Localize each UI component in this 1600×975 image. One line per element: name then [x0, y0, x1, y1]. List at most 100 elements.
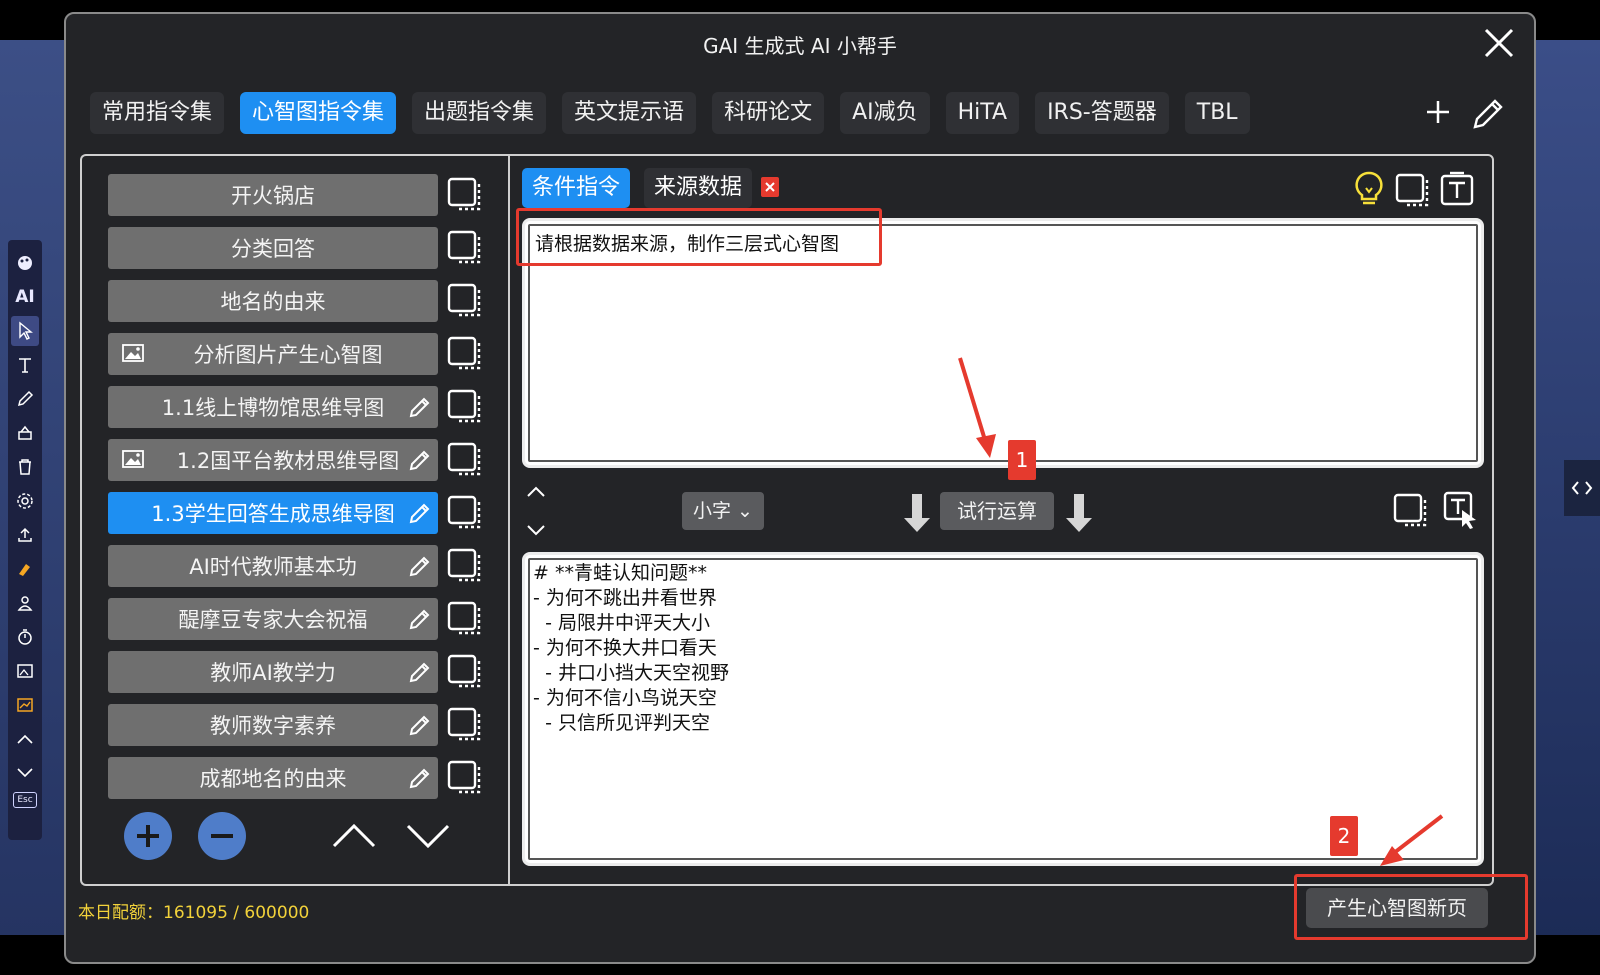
- command-button[interactable]: 分析图片产生心智图: [108, 333, 438, 375]
- side-panel-toggle[interactable]: [1564, 460, 1600, 516]
- command-button[interactable]: 教师数字素养: [108, 704, 438, 746]
- tab-irs-responder[interactable]: IRS-答题器: [1035, 92, 1169, 134]
- copy-command-icon[interactable]: [446, 653, 484, 691]
- delete-tool[interactable]: [11, 452, 39, 482]
- edit-tabs-button[interactable]: [1470, 96, 1506, 132]
- pencil-icon[interactable]: [408, 607, 432, 631]
- copy-command-icon[interactable]: [446, 441, 484, 479]
- command-button[interactable]: 1.3学生回答生成思维导图: [108, 492, 438, 534]
- command-button[interactable]: 成都地名的由来: [108, 757, 438, 799]
- trash-icon: [19, 459, 31, 475]
- select-text-button[interactable]: [1442, 490, 1480, 530]
- move-up-button[interactable]: [330, 818, 378, 854]
- text-mode-button[interactable]: [1438, 170, 1476, 208]
- copy-command-icon[interactable]: [446, 282, 484, 320]
- copy-command-icon[interactable]: [446, 388, 484, 426]
- command-button[interactable]: 醍摩豆专家大会祝福: [108, 598, 438, 640]
- panel-resize-arrows[interactable]: [524, 484, 548, 538]
- copy-command-icon[interactable]: [446, 335, 484, 373]
- command-button[interactable]: AI时代教师基本功: [108, 545, 438, 587]
- image-tool[interactable]: [11, 656, 39, 686]
- user-tool[interactable]: [11, 588, 39, 618]
- tab-common-commands[interactable]: 常用指令集: [90, 92, 225, 134]
- ai-tool[interactable]: AI: [11, 282, 39, 312]
- annotation-badge-2: 2: [1330, 816, 1358, 856]
- command-label: 分类回答: [231, 237, 315, 261]
- pencil-icon[interactable]: [408, 766, 432, 790]
- tab-mindmap-commands[interactable]: 心智图指令集: [240, 92, 397, 134]
- arrow-down-icon: [904, 494, 930, 532]
- copy-command-icon[interactable]: [446, 547, 484, 585]
- tab-tbl[interactable]: TBL: [1184, 92, 1250, 134]
- command-button[interactable]: 分类回答: [108, 227, 438, 269]
- arrow-down-left: [902, 492, 932, 534]
- tab-bar: 常用指令集 心智图指令集 出题指令集 英文提示语 科研论文 AI减负 HiTA …: [90, 92, 1250, 138]
- copy-command-icon[interactable]: [446, 706, 484, 744]
- close-button[interactable]: [1478, 22, 1520, 64]
- command-list-panel: 开火锅店分类回答地名的由来分析图片产生心智图 1.1线上博物馆思维导图 1.2国平台…: [80, 154, 508, 886]
- tab-quiz-commands[interactable]: 出题指令集: [412, 92, 547, 134]
- scroll-down-tool[interactable]: [11, 758, 39, 788]
- tab-english-prompts[interactable]: 英文提示语: [562, 92, 697, 134]
- remove-command-button[interactable]: [198, 812, 246, 860]
- timer-tool[interactable]: [11, 622, 39, 652]
- palette-icon: [18, 256, 32, 270]
- highlighter-icon: [19, 564, 30, 576]
- annotation-highlight-new-page: [1294, 874, 1528, 940]
- tab-hita[interactable]: HiTA: [945, 92, 1020, 134]
- copy-prompt-button[interactable]: [1394, 172, 1432, 208]
- copy-command-icon[interactable]: [446, 229, 484, 267]
- command-label: 1.2国平台教材思维导图: [176, 449, 400, 473]
- command-button[interactable]: 开火锅店: [108, 174, 438, 216]
- annotation-arrow-1: [958, 357, 996, 458]
- command-row: 分类回答: [108, 225, 488, 278]
- command-row: 1.3学生回答生成思维导图: [108, 490, 488, 543]
- pencil-icon[interactable]: [408, 713, 432, 737]
- export-tool[interactable]: [11, 520, 39, 550]
- chevron-down-icon: [17, 768, 33, 778]
- annotation-highlight-prompt: [516, 208, 882, 266]
- output-text: # **青蛙认知问题** - 为何不跳出井看世界 - 局限井中评天大小 - 为何…: [533, 562, 729, 734]
- copy-command-icon[interactable]: [446, 176, 484, 214]
- settings-tool[interactable]: [11, 486, 39, 516]
- esc-key-tool[interactable]: Esc: [13, 792, 37, 808]
- upload-icon: [18, 527, 32, 542]
- command-row: 成都地名的由来: [108, 755, 488, 808]
- eraser-tool[interactable]: [11, 418, 39, 448]
- command-row: 分析图片产生心智图: [108, 331, 488, 384]
- pencil-icon[interactable]: [408, 554, 432, 578]
- copy-command-icon[interactable]: [446, 494, 484, 532]
- pencil-icon[interactable]: [408, 395, 432, 419]
- command-button[interactable]: 地名的由来: [108, 280, 438, 322]
- command-label: 醍摩豆专家大会祝福: [178, 608, 368, 632]
- cursor-icon: [19, 321, 33, 340]
- command-button[interactable]: 1.2国平台教材思维导图: [108, 439, 438, 481]
- tab-research-papers[interactable]: 科研论文: [712, 92, 825, 134]
- delete-source-button[interactable]: [760, 176, 780, 198]
- command-button[interactable]: 教师AI教学力: [108, 651, 438, 693]
- add-tab-button[interactable]: [1422, 96, 1454, 128]
- tab-condition-command[interactable]: 条件指令: [522, 168, 631, 208]
- copy-output-button[interactable]: [1392, 492, 1430, 530]
- chart-tool[interactable]: [11, 690, 39, 720]
- pen-tool[interactable]: [11, 384, 39, 414]
- command-button[interactable]: 1.1线上博物馆思维导图: [108, 386, 438, 428]
- image-icon: [17, 664, 33, 678]
- highlighter-tool[interactable]: [11, 554, 39, 584]
- pencil-icon[interactable]: [408, 501, 432, 525]
- pencil-icon[interactable]: [408, 660, 432, 684]
- move-down-button[interactable]: [404, 818, 452, 854]
- copy-command-icon[interactable]: [446, 759, 484, 797]
- palette-tool[interactable]: [11, 248, 39, 278]
- trial-run-button[interactable]: 试行运算: [940, 492, 1054, 530]
- add-command-button[interactable]: [124, 812, 172, 860]
- copy-command-icon[interactable]: [446, 600, 484, 638]
- pointer-tool[interactable]: [11, 316, 39, 346]
- font-size-select[interactable]: 小字 ⌄: [682, 492, 764, 530]
- pencil-icon[interactable]: [408, 448, 432, 472]
- tab-source-data[interactable]: 来源数据: [644, 168, 753, 208]
- suggestion-button[interactable]: [1352, 170, 1386, 208]
- text-tool[interactable]: [11, 350, 39, 380]
- scroll-up-tool[interactable]: [11, 724, 39, 754]
- tab-ai-workload[interactable]: AI减负: [840, 92, 930, 134]
